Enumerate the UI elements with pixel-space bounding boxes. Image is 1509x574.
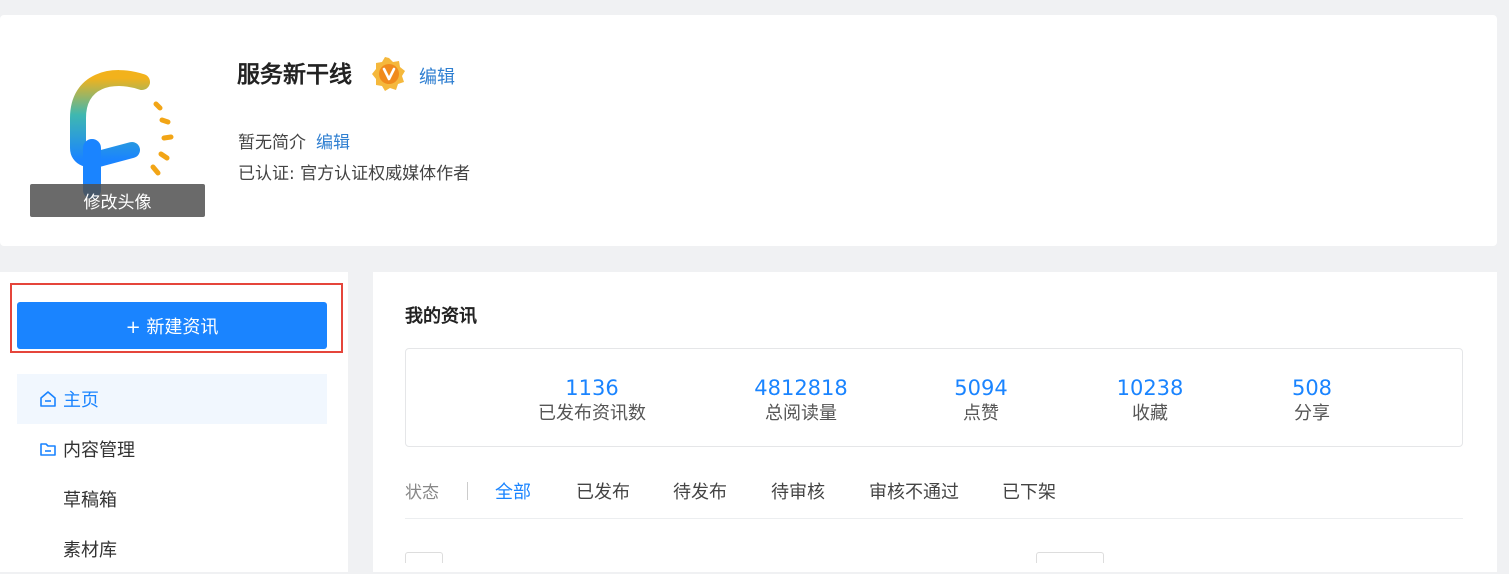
certification-text: 已认证: 官方认证权威媒体作者 <box>238 164 471 184</box>
stat-value: 10238 <box>1116 376 1184 400</box>
folder-icon <box>40 443 56 456</box>
profile-card: 修改头像 服务新干线 编辑 暂无简介 编辑 已认证: 官方认证权威媒体作者 <box>0 15 1497 246</box>
main-panel: 我的资讯 1136 已发布资讯数 4812818 总阅读量 5094 点赞 10… <box>373 272 1497 572</box>
sidebar-item-label: 内容管理 <box>63 440 135 461</box>
sidebar-item-material-library[interactable]: 素材库 <box>17 524 327 574</box>
status-filter-bar: 状态 全部 已发布 待发布 待审核 审核不通过 已下架 <box>405 478 1463 519</box>
sidebar: + 新建资讯 主页 内容管理 草稿箱 素材库 <box>0 272 348 572</box>
stat-value: 508 <box>1291 376 1333 400</box>
sidebar-item-label: 草稿箱 <box>63 490 117 511</box>
stat-label: 已发布资讯数 <box>538 403 646 424</box>
page-title: 我的资讯 <box>405 306 477 327</box>
stat-label: 总阅读量 <box>765 403 837 424</box>
stat-label: 分享 <box>1294 403 1330 424</box>
stat-value: 5094 <box>954 376 1008 400</box>
new-article-button[interactable]: + 新建资讯 <box>17 302 327 349</box>
stat-label: 点赞 <box>963 403 999 424</box>
profile-name: 服务新干线 <box>237 62 352 88</box>
tab-pending-publish[interactable]: 待发布 <box>673 478 727 504</box>
tab-published[interactable]: 已发布 <box>576 478 630 504</box>
sidebar-item-label: 素材库 <box>63 540 117 561</box>
edit-avatar-label[interactable]: 修改头像 <box>30 184 205 217</box>
checkbox-stub[interactable] <box>405 552 443 563</box>
sidebar-item-content-management[interactable]: 内容管理 <box>17 424 327 474</box>
control-stub[interactable] <box>1036 552 1104 563</box>
edit-name-link[interactable]: 编辑 <box>419 63 455 89</box>
tab-pending-review[interactable]: 待审核 <box>771 478 825 504</box>
home-icon <box>40 391 56 407</box>
stat-value: 1136 <box>565 376 619 400</box>
sidebar-item-home[interactable]: 主页 <box>17 374 327 424</box>
intro-text: 暂无简介 <box>238 133 306 153</box>
avatar[interactable]: 修改头像 <box>30 70 205 217</box>
verified-v-badge-icon <box>372 57 405 91</box>
stat-total-reads: 4812818 总阅读量 <box>721 375 881 427</box>
tab-all[interactable]: 全部 <box>495 478 531 504</box>
intro-row: 暂无简介 编辑 <box>238 128 350 153</box>
divider <box>467 482 468 500</box>
edit-intro-link[interactable]: 编辑 <box>316 133 350 153</box>
tab-review-failed[interactable]: 审核不通过 <box>869 478 959 504</box>
stats-box: 1136 已发布资讯数 4812818 总阅读量 5094 点赞 10238 收… <box>405 348 1463 447</box>
status-label: 状态 <box>405 483 439 503</box>
stat-favorites: 10238 收藏 <box>1070 375 1230 427</box>
stat-shares: 508 分享 <box>1232 375 1392 427</box>
sidebar-item-label: 主页 <box>63 390 99 411</box>
sidebar-item-drafts[interactable]: 草稿箱 <box>17 474 327 524</box>
stat-published: 1136 已发布资讯数 <box>512 375 672 427</box>
stat-label: 收藏 <box>1132 403 1168 424</box>
stat-value: 4812818 <box>754 376 848 400</box>
tab-removed[interactable]: 已下架 <box>1002 478 1056 504</box>
stat-likes: 5094 点赞 <box>901 375 1061 427</box>
